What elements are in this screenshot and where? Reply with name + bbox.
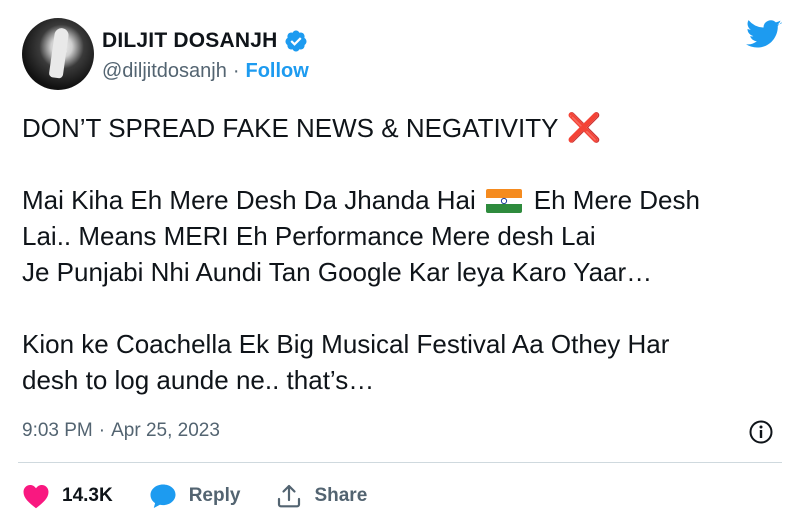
share-arrow-icon	[276, 483, 302, 509]
tweet-card: DILJIT DOSANJH @diljitdosanjh · Follow D…	[0, 0, 800, 527]
india-flag-icon	[485, 186, 522, 213]
follow-button[interactable]: Follow	[246, 60, 309, 83]
share-button[interactable]: Share	[276, 483, 367, 509]
tweet-line-2: Mai Kiha Eh Mere Desh Da Jhanda Hai Eh Me…	[22, 182, 787, 218]
author-handle[interactable]: @diljitdosanjh	[102, 60, 227, 83]
info-icon[interactable]	[748, 419, 774, 445]
verified-badge-icon	[284, 29, 308, 53]
tweet-text: DON’T SPREAD FAKE NEWS & NEGATIVITY ❌ Mai…	[22, 110, 787, 398]
tweet-line-6: desh to log aunde ne.. that’s…	[22, 365, 375, 395]
tweet-header: DILJIT DOSANJH @diljitdosanjh · Follow	[22, 18, 782, 90]
paragraph-gap-2	[22, 290, 787, 326]
twitter-bird-icon[interactable]	[746, 20, 782, 50]
divider	[18, 462, 782, 463]
tweet-line-5: Kion ke Coachella Ek Big Musical Festiva…	[22, 329, 670, 359]
like-button[interactable]: 14.3K	[22, 483, 113, 509]
heart-icon	[22, 483, 50, 509]
share-label: Share	[314, 485, 368, 506]
tweet-meta: 9:03 PM · Apr 25, 2023	[22, 420, 220, 442]
tweet-time[interactable]: 9:03 PM	[22, 420, 93, 442]
likes-count: 14.3K	[62, 485, 113, 506]
tweet-line-3: Lai.. Means MERI Eh Performance Mere des…	[22, 221, 596, 251]
cross-mark-icon: ❌	[566, 112, 602, 143]
tweet-line-1-text: DON’T SPREAD FAKE NEWS & NEGATIVITY	[22, 113, 559, 143]
tweet-line-2a: Mai Kiha Eh Mere Desh Da Jhanda Hai	[22, 185, 476, 215]
handle-row: @diljitdosanjh · Follow	[102, 56, 309, 86]
name-row: DILJIT DOSANJH	[102, 26, 309, 56]
tweet-actions: 14.3K Reply Share	[22, 478, 403, 514]
reply-label: Reply	[188, 485, 241, 506]
tweet-line-4: Je Punjabi Nhi Aundi Tan Google Kar leya…	[22, 257, 653, 287]
tweet-line-1: DON’T SPREAD FAKE NEWS & NEGATIVITY ❌	[22, 110, 787, 146]
tweet-date[interactable]: Apr 25, 2023	[111, 420, 220, 442]
display-name[interactable]: DILJIT DOSANJH	[102, 29, 278, 53]
avatar[interactable]	[22, 18, 94, 90]
author-identity: DILJIT DOSANJH @diljitdosanjh · Follow	[102, 26, 309, 86]
meta-separator: ·	[98, 420, 106, 441]
speech-bubble-icon	[149, 483, 177, 509]
tweet-line-2b: Eh Mere Desh	[533, 185, 700, 215]
reply-button[interactable]: Reply	[149, 483, 241, 509]
handle-separator: ·	[232, 59, 240, 82]
